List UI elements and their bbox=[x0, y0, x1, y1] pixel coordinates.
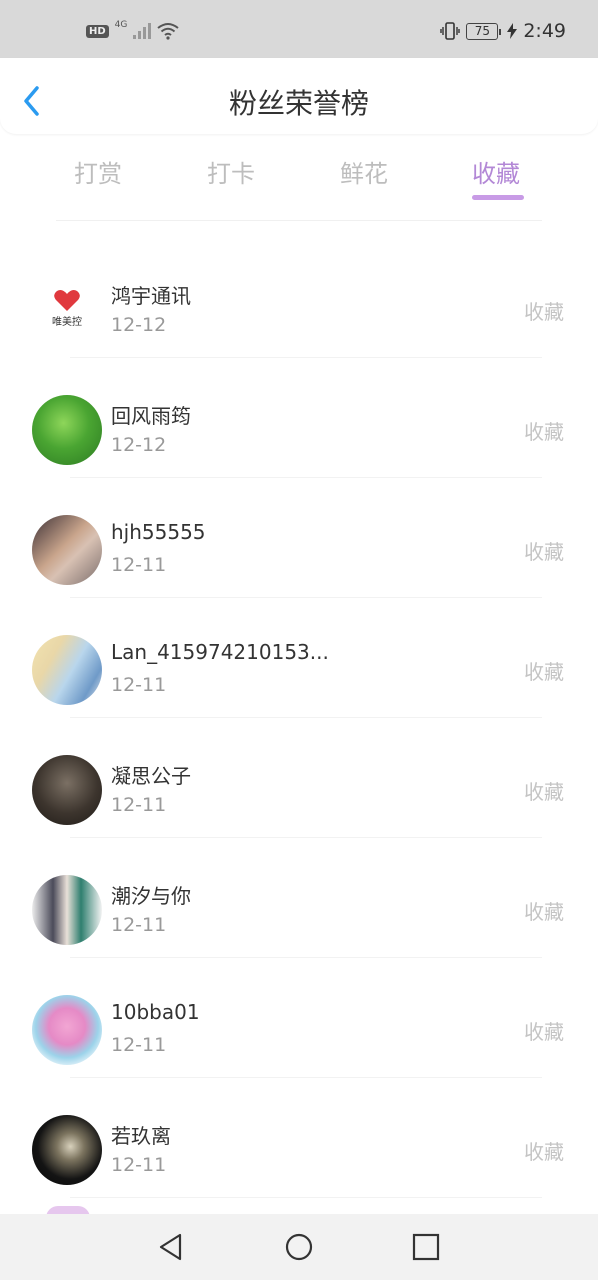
avatar bbox=[32, 875, 102, 945]
divider bbox=[70, 1197, 542, 1198]
avatar bbox=[32, 1115, 102, 1185]
tab-checkin[interactable]: 打卡 bbox=[207, 154, 255, 189]
date: 12-11 bbox=[111, 674, 167, 696]
action-label: 收藏 bbox=[524, 300, 564, 324]
status-bar: HD 4G 75 2:49 bbox=[0, 0, 598, 58]
tab-favorites[interactable]: 收藏 bbox=[472, 154, 520, 189]
triangle-back-icon[interactable] bbox=[156, 1232, 186, 1262]
list-item[interactable]: 潮汐与你 12-11 收藏 bbox=[0, 838, 598, 958]
date: 12-11 bbox=[111, 794, 167, 816]
circle-home-icon[interactable] bbox=[284, 1232, 314, 1262]
divider bbox=[56, 220, 542, 221]
list-item[interactable]: Lan_415974210153... 12-11 收藏 bbox=[0, 598, 598, 718]
tab-bar: 打赏 打卡 鲜花 收藏 bbox=[0, 148, 598, 204]
hd-icon: HD bbox=[86, 24, 109, 38]
action-label: 收藏 bbox=[524, 780, 564, 804]
heart-logo-icon: 唯美控 bbox=[52, 290, 82, 328]
status-left: HD 4G bbox=[86, 20, 179, 40]
active-tab-indicator bbox=[472, 195, 524, 200]
avatar bbox=[32, 755, 102, 825]
battery-indicator: 75 bbox=[466, 22, 502, 40]
date: 12-11 bbox=[111, 914, 167, 936]
list-item[interactable]: 10bba01 12-11 收藏 bbox=[0, 958, 598, 1078]
list-item[interactable]: 凝思公子 12-11 收藏 bbox=[0, 718, 598, 838]
date: 12-12 bbox=[111, 434, 167, 456]
user-name: 若玖离 bbox=[111, 1124, 171, 1148]
avatar bbox=[32, 395, 102, 465]
date: 12-11 bbox=[111, 1034, 167, 1056]
vibrate-icon bbox=[440, 22, 461, 40]
avatar bbox=[32, 635, 102, 705]
action-label: 收藏 bbox=[524, 900, 564, 924]
action-label: 收藏 bbox=[524, 1020, 564, 1044]
svg-text:唯美控: 唯美控 bbox=[52, 315, 82, 328]
date: 12-11 bbox=[111, 1154, 167, 1176]
date: 12-12 bbox=[111, 314, 167, 336]
user-name: 鸿宇通讯 bbox=[111, 284, 191, 308]
wifi-icon bbox=[157, 23, 179, 40]
square-recents-icon[interactable] bbox=[411, 1232, 441, 1262]
system-nav-bar bbox=[0, 1214, 598, 1280]
date: 12-11 bbox=[111, 554, 167, 576]
list-item[interactable]: 回风雨筠 12-12 收藏 bbox=[0, 358, 598, 478]
status-right: 75 2:49 bbox=[440, 20, 566, 42]
signal-icon bbox=[133, 23, 152, 39]
tab-flowers[interactable]: 鲜花 bbox=[340, 154, 388, 189]
tab-tip[interactable]: 打赏 bbox=[74, 154, 122, 189]
action-label: 收藏 bbox=[524, 420, 564, 444]
network-type: 4G bbox=[114, 20, 128, 30]
page-title: 粉丝荣誉榜 bbox=[228, 87, 369, 120]
header: 粉丝荣誉榜 bbox=[0, 58, 598, 134]
user-name: Lan_415974210153... bbox=[111, 640, 329, 664]
user-name: 潮汐与你 bbox=[111, 884, 191, 908]
charging-icon bbox=[507, 23, 518, 39]
user-name: hjh55555 bbox=[111, 520, 206, 544]
action-label: 收藏 bbox=[524, 540, 564, 564]
list-item[interactable]: 若玖离 12-11 收藏 bbox=[0, 1078, 598, 1198]
avatar: 唯美控 bbox=[32, 275, 102, 345]
list-item[interactable]: hjh55555 12-11 收藏 bbox=[0, 478, 598, 598]
user-name: 凝思公子 bbox=[111, 764, 191, 788]
list-item[interactable]: 唯美控 鸿宇通讯 12-12 收藏 bbox=[0, 238, 598, 358]
action-label: 收藏 bbox=[524, 660, 564, 684]
user-name: 10bba01 bbox=[111, 1000, 200, 1024]
avatar bbox=[32, 515, 102, 585]
action-label: 收藏 bbox=[524, 1140, 564, 1164]
user-name: 回风雨筠 bbox=[111, 404, 191, 428]
avatar bbox=[32, 995, 102, 1065]
clock: 2:49 bbox=[523, 20, 566, 42]
